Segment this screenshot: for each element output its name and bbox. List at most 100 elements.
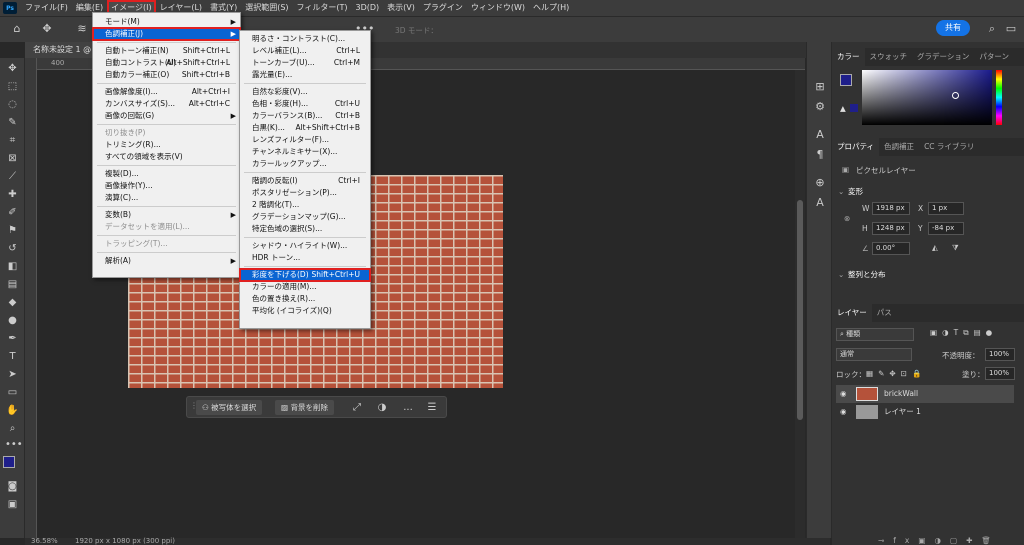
home-icon[interactable]: ⌂: [10, 22, 24, 36]
more-tools-icon[interactable]: •••: [5, 438, 23, 451]
layer-row[interactable]: ◉ レイヤー 1: [836, 403, 1014, 421]
tab-color[interactable]: カラー: [832, 48, 865, 66]
image_menu-item[interactable]: 画像解像度(I)... Alt+Ctrl+I: [93, 86, 240, 98]
image_menu-item[interactable]: データセットを適用(L)...: [93, 221, 240, 233]
y-field[interactable]: -84 px: [928, 222, 964, 235]
menu-help[interactable]: ヘルプ(H): [529, 0, 573, 16]
marquee-icon[interactable]: ⬚: [5, 80, 20, 93]
chevron-down-icon[interactable]: ⌄: [838, 187, 844, 196]
tab-swatches[interactable]: スウォッチ: [865, 48, 913, 66]
adjust_menu-item[interactable]: 自然な彩度(V)...: [240, 86, 370, 98]
adjust-icon[interactable]: ◑: [375, 401, 389, 415]
adjust_menu-item[interactable]: 明るさ・コントラスト(C)...: [240, 33, 370, 45]
adjustments-icon[interactable]: ⚙: [813, 100, 827, 114]
search-icon[interactable]: ⌕: [985, 22, 999, 36]
adjust_menu-item[interactable]: トーンカーブ(U)... Ctrl+M: [240, 57, 370, 69]
width-field[interactable]: 1918 px: [872, 202, 910, 215]
image_menu-item[interactable]: 変数(B) ▶: [93, 209, 240, 221]
adjust_menu-item[interactable]: 特定色域の選択(S)...: [240, 223, 370, 235]
clone-stamp-icon[interactable]: ⚑: [5, 224, 20, 237]
screen-mode-icon[interactable]: ▣: [5, 498, 20, 511]
adjust_menu-item[interactable]: 白黒(K)... Alt+Shift+Ctrl+B: [240, 122, 370, 134]
menu-plugins[interactable]: プラグイン: [419, 0, 467, 16]
fill-field[interactable]: 100%: [985, 367, 1015, 380]
tab-patterns[interactable]: パターン: [974, 48, 1014, 66]
character-icon[interactable]: A: [813, 128, 827, 142]
adjust_menu-item[interactable]: カラーの適用(M)...: [240, 281, 370, 293]
more-icon[interactable]: ...: [401, 401, 415, 415]
transform-icon[interactable]: ⤢: [350, 401, 364, 415]
eye-icon[interactable]: ◉: [840, 385, 847, 403]
adjust_menu-item[interactable]: ポスタリゼーション(P)...: [240, 187, 370, 199]
adjust_menu-item[interactable]: 色の置き換え(R)...: [240, 293, 370, 305]
share-button[interactable]: 共有: [936, 20, 970, 36]
move-tool-icon[interactable]: ✥: [40, 22, 54, 36]
eye-icon[interactable]: ◉: [840, 403, 847, 421]
tab-properties[interactable]: プロパティ: [832, 138, 880, 156]
hand-icon[interactable]: ✋: [5, 404, 20, 417]
menu-select[interactable]: 選択範囲(S): [241, 0, 292, 16]
gradient-icon[interactable]: ▤: [5, 278, 20, 291]
layer-filter-icons[interactable]: ▣◑T⧉▤●: [930, 328, 997, 338]
menu-window[interactable]: ウィンドウ(W): [467, 0, 529, 16]
tab-adjustments[interactable]: 色調補正: [879, 138, 919, 156]
tab-paths[interactable]: パス: [872, 304, 897, 322]
image_menu-item[interactable]: すべての領域を表示(V): [93, 151, 240, 163]
eraser-icon[interactable]: ◧: [5, 260, 20, 273]
history-icon[interactable]: ⊞: [813, 80, 827, 94]
adjust_menu-item[interactable]: 露光量(E)...: [240, 69, 370, 81]
dodge-icon[interactable]: ●: [5, 314, 20, 327]
angle-field[interactable]: 0.00°: [872, 242, 910, 255]
link-icon[interactable]: ⊗: [844, 214, 850, 223]
layers-stack-icon[interactable]: ≋: [75, 22, 89, 36]
flip-vertical-icon[interactable]: ⧩: [952, 243, 959, 253]
blend-mode-select[interactable]: 通常: [836, 348, 912, 361]
adjust_menu-item[interactable]: カラールックアップ...: [240, 158, 370, 170]
tab-cc-libraries[interactable]: CC ライブラリ: [919, 138, 979, 156]
crop-icon[interactable]: ⌗: [5, 134, 20, 147]
image_menu-item[interactable]: 自動コントラスト(U) Alt+Shift+Ctrl+L: [93, 57, 240, 69]
menu-3d[interactable]: 3D(D): [352, 0, 384, 16]
height-field[interactable]: 1248 px: [872, 222, 910, 235]
menu-view[interactable]: 表示(V): [383, 0, 419, 16]
image_menu-item[interactable]: トリミング(R)...: [93, 139, 240, 151]
remove-background-button[interactable]: ▨ 背景を削除: [275, 400, 334, 415]
adjust_menu-item[interactable]: 2 階調化(T)...: [240, 199, 370, 211]
pen-icon[interactable]: ✒: [5, 332, 20, 345]
type-icon[interactable]: T: [5, 350, 20, 363]
image_menu-item[interactable]: 自動トーン補正(N) Shift+Ctrl+L: [93, 45, 240, 57]
zoom-level[interactable]: 36.58%: [31, 537, 58, 545]
lasso-icon[interactable]: ◌: [5, 98, 20, 111]
brush-icon[interactable]: ✐: [5, 206, 20, 219]
eyedropper-icon[interactable]: ⟋: [5, 170, 20, 183]
image_menu-item[interactable]: 解析(A) ▶: [93, 255, 240, 267]
frame-icon[interactable]: ⊠: [5, 152, 20, 165]
image_menu-item[interactable]: トラッピング(T)...: [93, 238, 240, 250]
color-picker-field[interactable]: [862, 70, 992, 125]
image_menu-item[interactable]: 色調補正(J) ▶: [92, 27, 241, 41]
adjust_menu-item[interactable]: カラーバランス(B)... Ctrl+B: [240, 110, 370, 122]
adjust_menu-item[interactable]: HDR トーン...: [240, 252, 370, 264]
tab-layers[interactable]: レイヤー: [832, 304, 872, 322]
image_menu-item[interactable]: 自動カラー補正(O) Shift+Ctrl+B: [93, 69, 240, 81]
color-picker-cursor[interactable]: [952, 92, 959, 99]
layer-kind-filter[interactable]: ⌕ 種類: [836, 328, 914, 341]
scrollbar-thumb[interactable]: [797, 200, 803, 420]
adjust_menu-item[interactable]: グラデーションマップ(G)...: [240, 211, 370, 223]
move-icon[interactable]: ✥: [5, 62, 20, 75]
web-safe-chip[interactable]: [850, 104, 858, 112]
drag-handle-icon[interactable]: ⋮: [190, 401, 198, 415]
fg-color-chip[interactable]: [840, 74, 852, 86]
adjust_menu-item[interactable]: 彩度を下げる(D) Shift+Ctrl+U: [239, 268, 371, 282]
blur-icon[interactable]: ◆: [5, 296, 20, 309]
image_menu-item[interactable]: 演算(C)...: [93, 192, 240, 204]
zoom-icon[interactable]: ⌕: [5, 422, 20, 435]
quick-select-icon[interactable]: ✎: [5, 116, 20, 129]
x-field[interactable]: 1 px: [928, 202, 964, 215]
styles-icon[interactable]: ꓮ: [813, 196, 827, 210]
image_menu-item[interactable]: 切り抜き(P): [93, 127, 240, 139]
adjust_menu-item[interactable]: 色相・彩度(H)... Ctrl+U: [240, 98, 370, 110]
adjust_menu-item[interactable]: シャドウ・ハイライト(W)...: [240, 240, 370, 252]
image_menu-item[interactable]: 複製(D)...: [93, 168, 240, 180]
image_menu-item[interactable]: カンバスサイズ(S)... Alt+Ctrl+C: [93, 98, 240, 110]
